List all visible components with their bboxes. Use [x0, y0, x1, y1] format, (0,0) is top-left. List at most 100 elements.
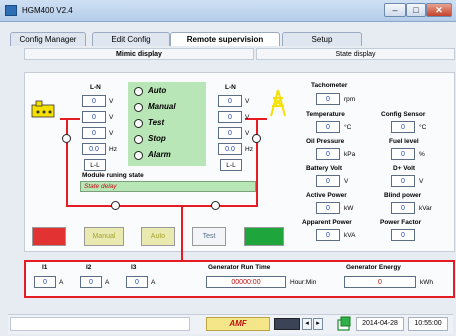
- mode-manual-label: Manual: [148, 102, 176, 111]
- blind-power-unit: kVar: [419, 205, 432, 212]
- battery-volt-label: Battery Volt: [306, 165, 342, 172]
- busbar-load: [181, 205, 183, 260]
- current-i1-value: 0: [34, 276, 56, 288]
- mains-source-icon: [31, 100, 55, 118]
- mode-test-indicator: [134, 119, 143, 128]
- manual-button[interactable]: Manual: [84, 227, 124, 246]
- gen-v3-value: 0: [218, 127, 242, 139]
- active-power-label: Active Power: [306, 192, 347, 199]
- gen-v2-value: 0: [218, 111, 242, 123]
- mains-v3-unit: V: [109, 130, 114, 137]
- start-button[interactable]: Start: [244, 227, 284, 246]
- tab-remote-supervision[interactable]: Remote supervision: [170, 32, 280, 46]
- oil-pressure-value: 0: [316, 148, 340, 160]
- current-i1-unit: A: [59, 279, 64, 286]
- current-i2-unit: A: [105, 279, 110, 286]
- mode-auto-label: Auto: [148, 86, 167, 95]
- current-i3-value: 0: [126, 276, 148, 288]
- mains-ll-toggle[interactable]: L-L: [84, 159, 106, 171]
- dplus-volt-label: D+ Volt: [393, 165, 416, 172]
- blind-power-label: Blind power: [384, 192, 422, 199]
- mains-breaker-icon: [62, 134, 71, 143]
- mode-alarm-indicator: [134, 151, 143, 160]
- busbar-left: [60, 118, 80, 120]
- run-time-unit: Hour:Min: [290, 279, 317, 286]
- mains-v1-value: 0: [82, 95, 106, 107]
- temperature-label: Temperature: [306, 111, 345, 118]
- fuel-level-unit: %: [419, 151, 425, 158]
- gen-ln-label: L-N: [225, 84, 236, 91]
- gen-ll-toggle[interactable]: L-L: [220, 159, 242, 171]
- tab-config-manager[interactable]: Config Manager: [10, 32, 86, 46]
- active-power-unit: kW: [344, 205, 354, 212]
- oil-pressure-label: Oil Pressure: [306, 138, 345, 145]
- generator-tower-icon: [270, 89, 286, 117]
- maximize-button[interactable]: □: [406, 3, 426, 17]
- config-sensor-label: Config Sensor: [381, 111, 426, 118]
- battery-volt-unit: V: [344, 178, 349, 185]
- mains-v2-unit: V: [109, 114, 114, 121]
- dplus-volt-value: 0: [391, 175, 415, 187]
- prev-arrow-button[interactable]: ◂: [302, 318, 312, 330]
- module-state-label: Module runing state: [82, 172, 144, 179]
- gen-v3-unit: V: [245, 130, 250, 137]
- module-state-value: State delay: [80, 181, 256, 192]
- config-sensor-value: 0: [391, 121, 415, 133]
- window-title: HGM400 V2.4: [22, 6, 73, 15]
- tachometer-label: Tachometer: [311, 82, 348, 89]
- gen-v1-unit: V: [245, 98, 250, 105]
- load-breaker-right-icon: [211, 201, 220, 210]
- energy-value: 0: [344, 276, 416, 288]
- status-message-field: [10, 317, 190, 331]
- close-button[interactable]: ✕: [426, 3, 452, 17]
- active-power-value: 0: [316, 202, 340, 214]
- mode-test-label: Test: [148, 118, 165, 127]
- mains-v2-value: 0: [82, 111, 106, 123]
- current-i2-label: I2: [86, 264, 92, 271]
- current-i3-label: I3: [131, 264, 137, 271]
- subtab-mimic-display[interactable]: Mimic display: [24, 48, 254, 60]
- current-i2-value: 0: [80, 276, 102, 288]
- mains-freq-value: 0.0: [82, 143, 106, 155]
- window-titlebar: HGM400 V2.4 – □ ✕: [0, 0, 456, 22]
- busbar-left-vertical: [66, 142, 68, 205]
- gen-v2-unit: V: [245, 114, 250, 121]
- minimize-button[interactable]: –: [384, 3, 406, 17]
- current-i3-unit: A: [151, 279, 156, 286]
- next-arrow-button[interactable]: ▸: [313, 318, 323, 330]
- comm-port-icon: [274, 318, 300, 330]
- oil-pressure-unit: kPa: [344, 151, 356, 158]
- current-i1-label: I1: [42, 264, 48, 271]
- temperature-unit: °C: [344, 124, 352, 131]
- generator-breaker-icon: [252, 134, 261, 143]
- stop-button[interactable]: Stop: [32, 227, 66, 246]
- status-time: 10:55:00: [408, 317, 448, 331]
- auto-button[interactable]: Auto: [141, 227, 175, 246]
- tab-setup[interactable]: Setup: [282, 32, 362, 46]
- fuel-level-value: 0: [391, 148, 415, 160]
- mode-auto-indicator: [134, 87, 143, 96]
- apparent-power-value: 0: [316, 229, 340, 241]
- subtab-state-display[interactable]: State display: [256, 48, 455, 60]
- gen-v1-value: 0: [218, 95, 242, 107]
- energy-unit: kWh: [420, 279, 433, 286]
- busbar-right-vertical: [256, 142, 258, 205]
- power-factor-value: 0: [391, 229, 415, 241]
- gen-freq-value: 0.0: [218, 143, 242, 155]
- mode-stop-indicator: [134, 135, 143, 144]
- mains-ln-label: L-N: [90, 84, 101, 91]
- run-time-value: 00000:00: [206, 276, 286, 288]
- test-button[interactable]: Test: [192, 227, 226, 246]
- mode-manual-indicator: [134, 103, 143, 112]
- apparent-power-unit: kVA: [344, 232, 356, 239]
- dplus-volt-unit: V: [419, 178, 424, 185]
- app-icon: [5, 5, 17, 16]
- tab-edit-config[interactable]: Edit Config: [92, 32, 170, 46]
- tachometer-unit: rpm: [344, 96, 356, 103]
- amf-status-badge: AMF: [206, 317, 270, 331]
- load-breaker-left-icon: [111, 201, 120, 210]
- run-time-label: Generator Run Time: [208, 264, 271, 271]
- mains-freq-unit: Hz: [109, 146, 117, 153]
- tachometer-value: 0: [316, 93, 340, 105]
- battery-volt-value: 0: [316, 175, 340, 187]
